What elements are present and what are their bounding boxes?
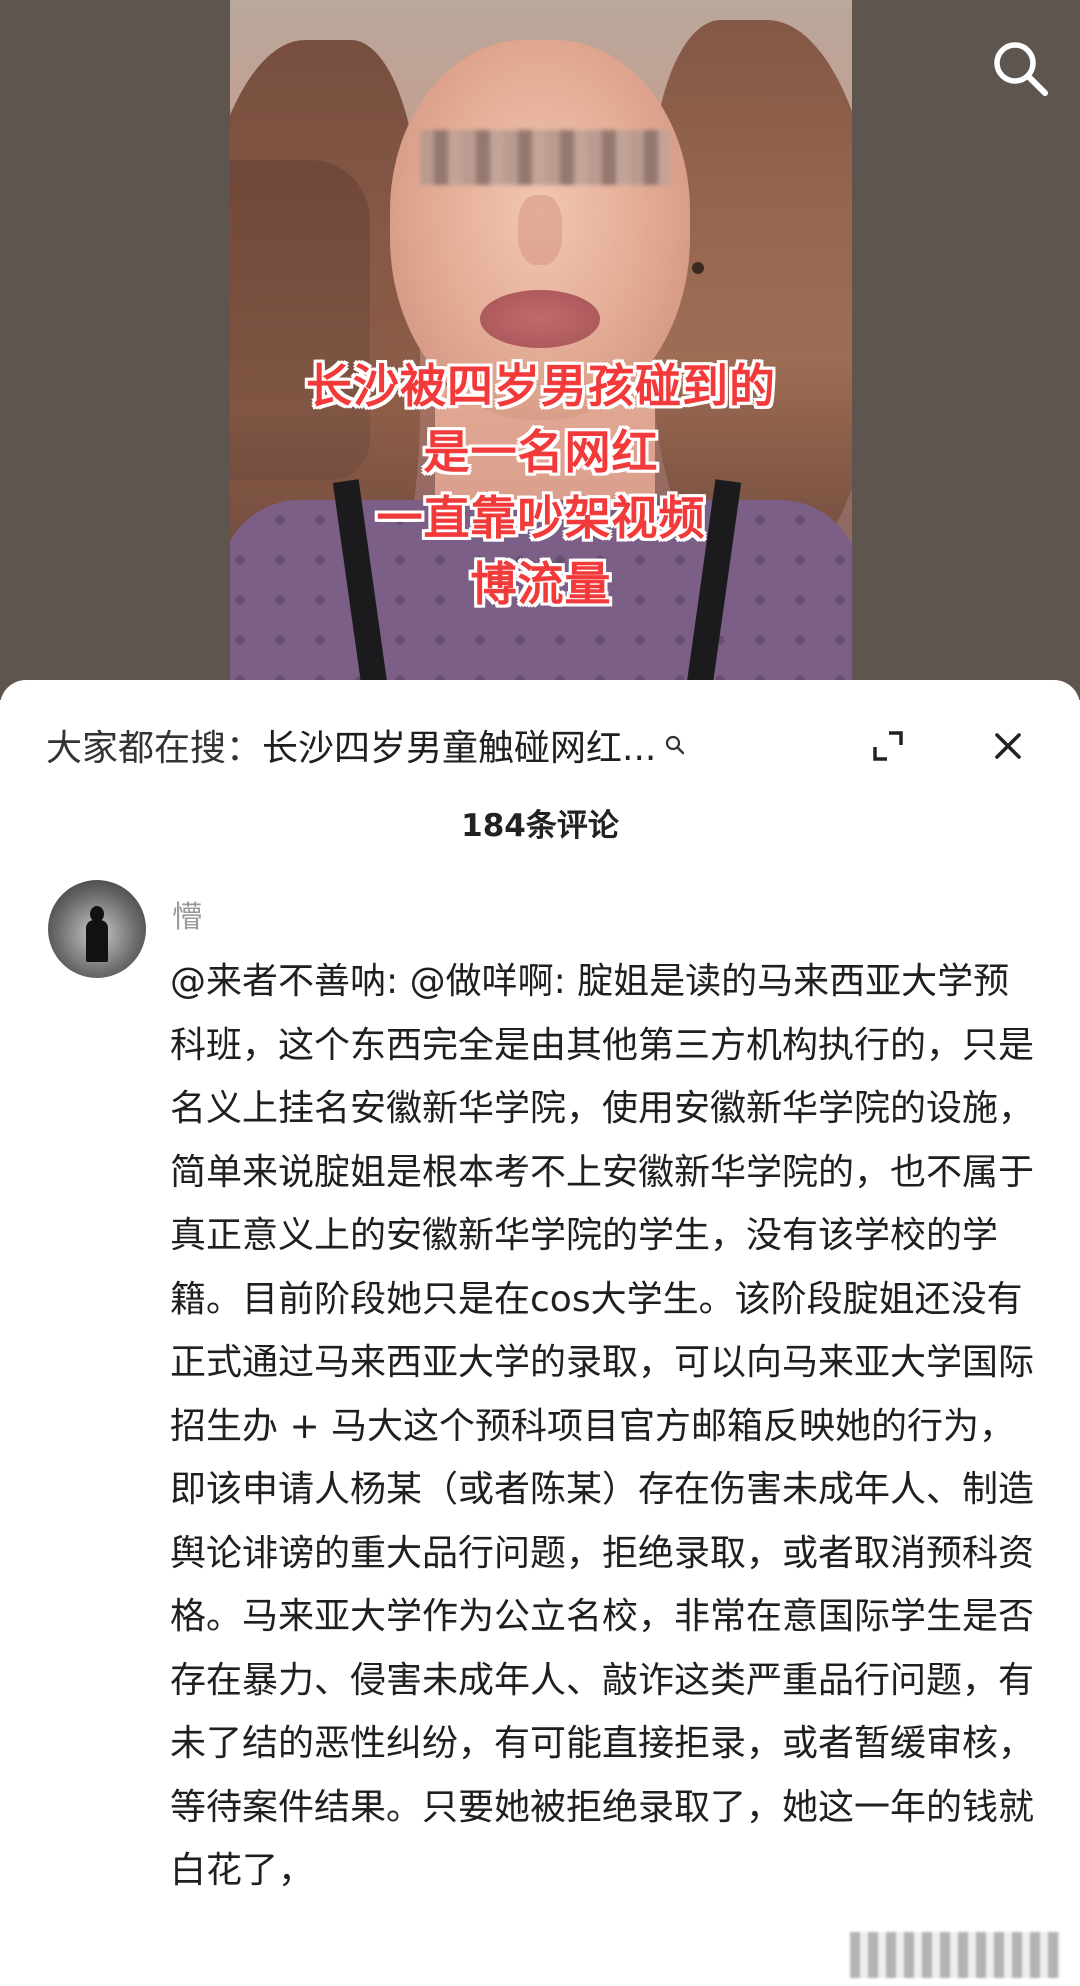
video-frame: 长沙被四岁男孩碰到的 是一名网红 一直靠吵架视频 博流量 (230, 0, 852, 700)
hot-search-term: 长沙四岁男童触碰网红... (262, 728, 657, 769)
comment-item: 懵 @来者不善呐: @做咩啊: 腚姐是读的马来西亚大学预科班，这个东西完全是由其… (0, 880, 1080, 1986)
nose (518, 195, 562, 265)
search-icon (664, 734, 686, 756)
comment-username[interactable]: 懵 (172, 892, 202, 936)
hot-search-prefix: 大家都在搜： (46, 728, 263, 769)
expand-icon (873, 731, 903, 761)
close-icon (995, 733, 1021, 759)
video-caption-line: 博流量 (470, 557, 612, 611)
comment-count: 184条评论 (461, 808, 619, 844)
lips (480, 290, 600, 348)
comment-text[interactable]: @来者不善呐: @做咩啊: 腚姐是读的马来西亚大学预科班，这个东西完全是由其他第… (170, 950, 1042, 1903)
search-button[interactable] (984, 32, 1056, 104)
comments-sheet: 大家都在搜： 长沙四岁男童触碰网红... 184条评论 懵 @来者不善呐: @做… (0, 680, 1080, 1986)
watermark (850, 1932, 1060, 1978)
search-icon (994, 42, 1048, 96)
expand-button[interactable] (858, 716, 918, 776)
close-button[interactable] (978, 716, 1038, 776)
hot-search-link[interactable]: 大家都在搜： 长沙四岁男童触碰网红... (46, 720, 806, 770)
video-caption-line: 一直靠吵架视频 (376, 491, 706, 545)
video-caption-line: 长沙被四岁男孩碰到的 (306, 359, 776, 413)
screen: 长沙被四岁男孩碰到的 是一名网红 一直靠吵架视频 博流量 大家都在搜： 长沙四岁… (0, 0, 1080, 1986)
avatar-figure-body (86, 920, 108, 962)
video-caption-line: 是一名网红 (423, 425, 659, 479)
avatar[interactable] (48, 880, 146, 978)
video-player[interactable]: 长沙被四岁男孩碰到的 是一名网红 一直靠吵架视频 博流量 (0, 0, 1080, 700)
mosaic-blur (420, 130, 670, 185)
comments-header: 大家都在搜： 长沙四岁男童触碰网红... (0, 680, 1080, 800)
earring (692, 262, 704, 274)
